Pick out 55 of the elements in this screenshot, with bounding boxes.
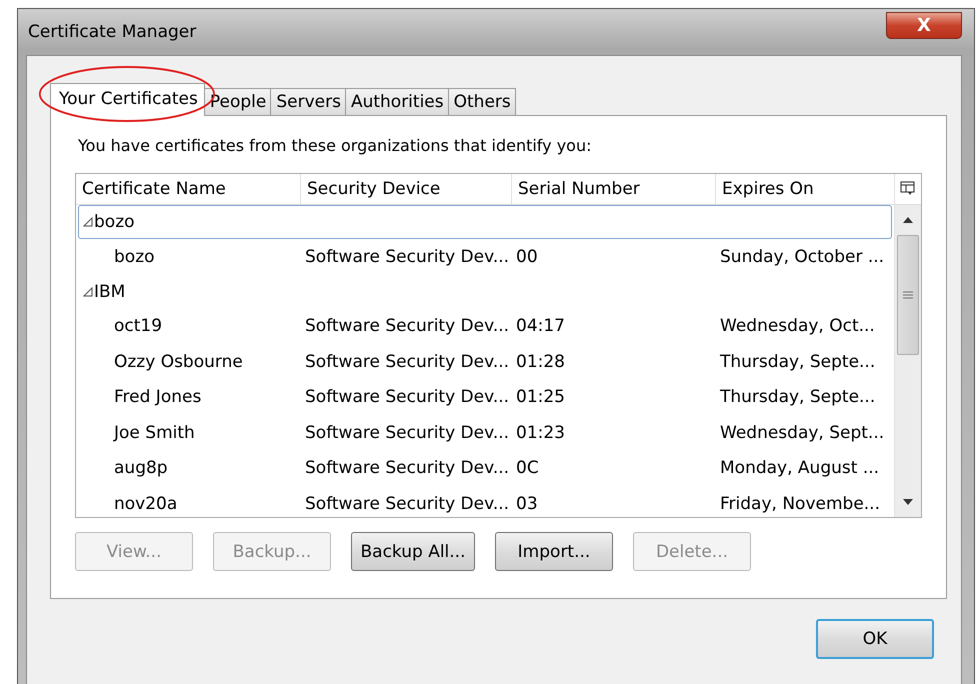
- scroll-thumb[interactable]: [897, 235, 919, 355]
- intro-text: You have certificates from these organizations that identify you:: [78, 136, 592, 155]
- tab[interactable]: Your Certificates: [50, 83, 205, 116]
- window-title: Certificate Manager: [28, 22, 196, 42]
- column-picker-icon[interactable]: [900, 181, 916, 197]
- table-cell-text: bozo: [113, 246, 156, 267]
- action-button[interactable]: Backup All...: [351, 532, 475, 571]
- table-cell-text: Software Security Dev...: [304, 352, 510, 372]
- column-header[interactable]: Certificate Name: [76, 174, 301, 204]
- tab[interactable]: Servers: [270, 88, 346, 115]
- table-cell-text: 01:25: [515, 387, 566, 408]
- scrollbar[interactable]: [894, 205, 921, 517]
- tree-group-row[interactable]: bozo: [78, 205, 892, 239]
- ok-button[interactable]: OK: [816, 619, 934, 659]
- tree-group-row[interactable]: IBM: [78, 274, 892, 308]
- close-button[interactable]: X: [886, 12, 962, 39]
- table-cell-text: Software Security Dev...: [304, 387, 510, 408]
- table-cell-text: Thursday, Septe...: [719, 387, 876, 408]
- grip-icon: [903, 291, 913, 299]
- table-cell-text: 00: [515, 246, 539, 267]
- column-header[interactable]: Serial Number: [512, 174, 716, 204]
- table-cell-text: nov20a: [113, 494, 178, 514]
- table-cell-text: Software Security Dev...: [304, 458, 510, 478]
- table-cell-text: Fred Jones: [113, 387, 202, 408]
- table-cell-text: Joe Smith: [112, 422, 196, 443]
- table-cell-text: Software Security Dev...: [304, 246, 510, 267]
- table-cell-text: Monday, August ...: [719, 458, 880, 478]
- table-cell-text: 0C: [515, 458, 540, 478]
- tab[interactable]: Authorities: [344, 88, 449, 115]
- table-cell-text: Ozzy Osbourne: [113, 352, 244, 372]
- scroll-up-icon[interactable]: [903, 217, 913, 223]
- table-cell-text: Thursday, Septe...: [719, 352, 876, 372]
- table-cell-text: 01:23: [515, 422, 566, 443]
- scroll-down-icon[interactable]: [903, 499, 913, 505]
- tab[interactable]: People: [204, 88, 272, 115]
- table-cell-text: Sunday, October ...: [719, 246, 886, 267]
- table-cell-text: Software Security Dev...: [304, 422, 510, 443]
- table-cell-text: 03: [515, 494, 539, 514]
- group-name: IBM: [94, 282, 126, 302]
- table-cell-text: Software Security Dev...: [304, 494, 510, 514]
- table-cell-text: Friday, Novembe...: [719, 494, 881, 514]
- table-cell-text: Wednesday, Oct...: [719, 316, 876, 336]
- group-name: bozo: [94, 212, 135, 232]
- table-cell-text: oct19: [113, 316, 164, 336]
- tab[interactable]: Others: [448, 88, 516, 115]
- table-cell-text: 01:28: [515, 352, 566, 372]
- table-cell-text: Software Security Dev...: [304, 316, 510, 336]
- column-header[interactable]: Expires On: [716, 174, 895, 204]
- table-cell-text: 04:17: [515, 316, 566, 336]
- twisty-icon[interactable]: [83, 286, 93, 296]
- table-cell-text: Wednesday, Sept...: [719, 422, 886, 443]
- twisty-icon[interactable]: [83, 217, 93, 227]
- column-header[interactable]: Security Device: [301, 174, 512, 204]
- table-cell-text: aug8p: [113, 458, 169, 478]
- action-button[interactable]: Import...: [495, 532, 613, 571]
